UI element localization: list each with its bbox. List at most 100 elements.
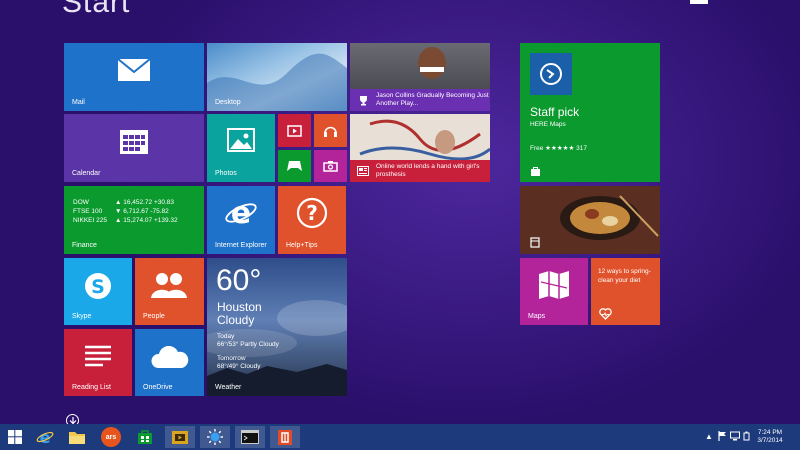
sports-headline: Jason Collins Gradually Becoming Just An… (376, 92, 489, 107)
mail-tile[interactable]: Mail (64, 43, 204, 111)
desktop-label: Desktop (215, 99, 241, 106)
taskbar-command-prompt[interactable] (235, 426, 265, 448)
weather-tile[interactable]: 60° Houston Cloudy Today 66°/53° Partly … (207, 258, 347, 396)
taskbar-internet-explorer[interactable]: e (30, 426, 60, 448)
start-title: Start (62, 0, 131, 19)
internet-explorer-tile[interactable]: e Internet Explorer (207, 186, 275, 254)
finance-tile[interactable]: DOW ▲ 16,452.72 +30.83 FTSE 100 ▼ 6,712.67… (64, 186, 204, 254)
games-tile[interactable] (278, 150, 311, 182)
internet-explorer-label: Internet Explorer (215, 242, 267, 249)
taskbar-media-app[interactable] (165, 426, 195, 448)
newspaper-icon (356, 164, 370, 178)
weather-today-label: Today (217, 333, 235, 340)
camera-tile[interactable] (314, 150, 347, 182)
photos-label: Photos (215, 170, 237, 177)
mail-icon (116, 57, 152, 83)
skype-label: Skype (72, 313, 92, 320)
food-photo (520, 186, 660, 254)
onedrive-label: OneDrive (143, 384, 173, 391)
health-tile[interactable]: 12 ways to spring-clean your diet (591, 258, 660, 325)
calendar-tile[interactable]: Calendar (64, 114, 204, 182)
stock-quotes: DOW ▲ 16,452.72 +30.83 FTSE 100 ▼ 6,712.67… (73, 198, 178, 225)
internet-explorer-icon: e (224, 196, 258, 230)
network-icon[interactable] (730, 430, 740, 442)
store-bag-icon (529, 165, 541, 177)
reading-list-tile[interactable]: Reading List (64, 329, 132, 396)
media-app-icon (172, 430, 188, 444)
svg-text:e: e (231, 196, 251, 230)
windows-logo-icon (8, 430, 22, 444)
svg-text:e: e (40, 428, 51, 446)
video-tile[interactable] (278, 114, 311, 147)
trophy-icon (356, 93, 370, 107)
taskbar-file-explorer[interactable] (62, 426, 92, 448)
mail-label: Mail (72, 99, 85, 106)
video-icon (286, 123, 303, 138)
taskbar-settings-app[interactable] (200, 426, 230, 448)
ars-logo-icon: ars (101, 427, 121, 447)
photos-icon (227, 128, 255, 152)
reading-list-icon (83, 343, 113, 369)
system-clock[interactable]: 7:24 PM 3/7/2014 (750, 429, 790, 445)
svg-text:?: ? (306, 201, 318, 225)
desktop-tile[interactable]: Desktop (207, 43, 347, 111)
game-controller-icon (285, 158, 304, 173)
show-hidden-icons-chevron-icon[interactable]: ▲ (704, 430, 714, 442)
terminal-icon (241, 430, 259, 444)
weather-label: Weather (215, 384, 242, 391)
sports-tile[interactable]: Jason Collins Gradually Becoming Just An… (350, 43, 490, 111)
weather-temperature: 60° (216, 264, 262, 297)
action-center-flag-icon[interactable] (717, 430, 727, 442)
food-drink-icon (529, 236, 541, 248)
onedrive-tile[interactable]: OneDrive (135, 329, 204, 396)
people-icon (149, 270, 189, 300)
sports-band: Jason Collins Gradually Becoming Just An… (350, 89, 490, 111)
clock-date: 3/7/2014 (757, 437, 783, 444)
map-icon (537, 270, 571, 300)
weather-condition: Cloudy (217, 313, 255, 327)
people-tile[interactable]: People (135, 258, 204, 325)
taskbar: e ars ▲ 7:24 PM 3/7/2014 (0, 424, 800, 450)
help-question-icon: ? (296, 197, 328, 229)
taskbar-store[interactable] (130, 426, 160, 448)
stock-row: FTSE 100 ▼ 6,712.67 -75.82 (73, 208, 169, 215)
store-title: Staff pick (530, 105, 580, 119)
food-tile[interactable] (520, 186, 660, 254)
office-app-icon (278, 429, 292, 445)
taskbar-office-app[interactable] (270, 426, 300, 448)
maps-tile[interactable]: Maps (520, 258, 588, 325)
svg-text:S: S (91, 276, 105, 298)
store-tile[interactable]: Staff pick HERE Maps Free ★★★★★ 317 (520, 43, 660, 182)
music-tile[interactable] (314, 114, 347, 147)
cloud-icon (149, 345, 191, 371)
weather-tomorrow-label: Tomorrow (217, 355, 246, 362)
folder-icon (69, 431, 85, 444)
taskbar-ars-technica[interactable]: ars (96, 426, 126, 448)
headphones-icon (322, 122, 339, 139)
calendar-label: Calendar (72, 170, 101, 177)
calendar-icon (119, 128, 149, 156)
news-headline: Online world lends a hand with girl's pr… (376, 163, 480, 178)
clock-time: 7:24 PM (757, 429, 783, 436)
skype-icon: S (82, 270, 114, 302)
photos-tile[interactable]: Photos (207, 114, 275, 182)
camera-icon (322, 159, 339, 173)
weather-today-forecast: 66°/53° Partly Cloudy (217, 341, 279, 348)
sun-gear-icon (207, 429, 223, 445)
stock-row: NIKKEI 225 ▲ 15,274.07 +139.32 (73, 217, 178, 224)
battery-plug-icon[interactable] (742, 430, 750, 442)
start-button[interactable] (0, 426, 30, 448)
skype-tile[interactable]: S Skype (64, 258, 132, 325)
news-band: Online world lends a hand with girl's pr… (350, 160, 490, 182)
people-label: People (143, 313, 165, 320)
reading-list-label: Reading List (72, 384, 111, 391)
store-price-rating: Free ★★★★★ 317 (530, 145, 587, 152)
health-heart-icon (598, 307, 612, 320)
news-tile[interactable]: Online world lends a hand with girl's pr… (350, 114, 490, 182)
user-account-icon[interactable] (690, 0, 708, 4)
store-bag-icon (138, 430, 152, 444)
help-tips-tile[interactable]: ? Help+Tips (278, 186, 346, 254)
help-tips-label: Help+Tips (286, 242, 318, 249)
finance-label: Finance (72, 242, 97, 249)
here-maps-app-icon (530, 53, 572, 95)
